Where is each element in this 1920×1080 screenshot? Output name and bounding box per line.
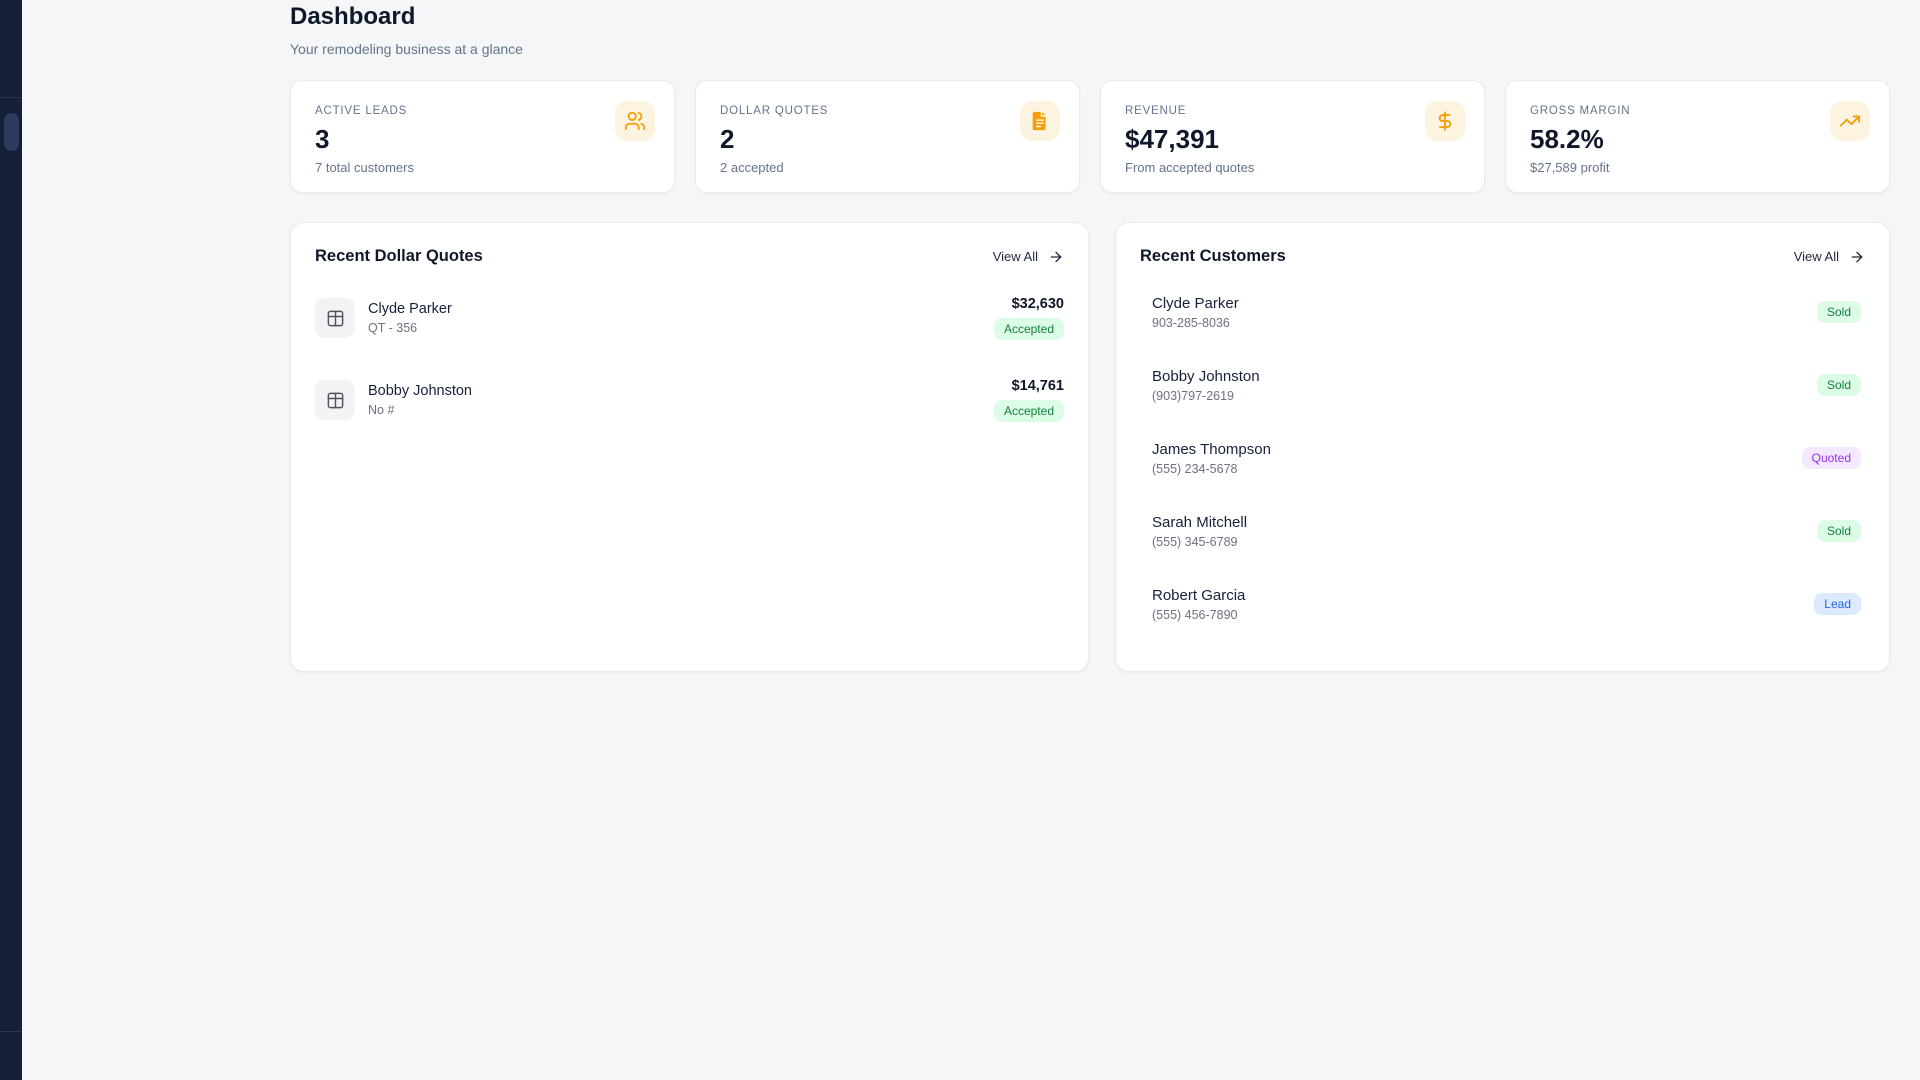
customer-name: Sarah Mitchell (1152, 513, 1248, 531)
quote-amount: $32,630 (1011, 296, 1064, 312)
status-badge: Sold (1816, 374, 1861, 396)
quote-amount: $14,761 (1011, 378, 1064, 394)
quotes-view-all-link[interactable]: View All (993, 249, 1064, 265)
sidebar-divider-bottom (0, 1031, 22, 1032)
customer-row[interactable]: James Thompson (555) 234-5678 Quoted (1140, 436, 1865, 480)
stat-value: $47,391 (1125, 124, 1219, 154)
status-badge: Accepted (993, 318, 1064, 340)
customer-phone: (555) 234-5678 (1152, 461, 1238, 476)
customer-row[interactable]: Bobby Johnston (903)797-2619 Sold (1140, 363, 1865, 407)
status-badge: Lead (1814, 593, 1861, 615)
view-all-label: View All (1793, 249, 1839, 264)
page-subtitle: Your remodeling business at a glance (290, 41, 523, 57)
file-text-icon (1020, 101, 1060, 141)
customer-phone: 903-285-8036 (1152, 315, 1230, 330)
customer-name: Clyde Parker (1152, 294, 1239, 312)
arrow-right-icon (1050, 251, 1062, 262)
status-badge: Sold (1816, 520, 1861, 542)
stats-row: ACTIVE LEADS 3 7 total customers DOLLAR … (290, 80, 1890, 193)
stat-card-gross-margin: GROSS MARGIN 58.2% $27,589 profit (1505, 80, 1890, 193)
main-content: Dashboard Your remodeling business at a … (290, 0, 1890, 672)
stat-value: 3 (315, 124, 330, 154)
stat-label: GROSS MARGIN (1530, 105, 1631, 117)
customers-view-all-link[interactable]: View All (1794, 249, 1865, 265)
status-badge: Sold (1816, 301, 1861, 323)
arrow-right-icon (1851, 251, 1863, 262)
dollar-icon (1425, 101, 1465, 141)
sidebar-divider-top (0, 97, 22, 98)
table-icon (315, 298, 355, 338)
trending-up-icon (1830, 101, 1870, 141)
stat-sub: $27,589 profit (1530, 160, 1610, 175)
stat-card-dollar-quotes: DOLLAR QUOTES 2 2 accepted (695, 80, 1080, 193)
stat-value: 58.2% (1530, 124, 1604, 154)
customer-name: Bobby Johnston (1152, 367, 1260, 385)
view-all-label: View All (992, 249, 1038, 264)
quote-number: No # (368, 403, 395, 417)
customer-name: James Thompson (1152, 440, 1271, 458)
quote-customer-name: Clyde Parker (368, 301, 452, 317)
status-badge: Accepted (993, 400, 1064, 422)
table-icon (315, 380, 355, 420)
customers-panel-title: Recent Customers (1140, 247, 1286, 265)
customer-name: Robert Garcia (1152, 586, 1246, 604)
status-badge: Quoted (1801, 447, 1861, 469)
quote-number: QT - 356 (368, 321, 418, 335)
page-title: Dashboard (290, 3, 416, 30)
stat-label: DOLLAR QUOTES (720, 105, 829, 117)
stat-label: ACTIVE LEADS (315, 105, 408, 117)
customer-phone: (555) 456-7890 (1152, 607, 1238, 622)
customer-row[interactable]: Clyde Parker 903-285-8036 Sold (1140, 290, 1865, 334)
sidebar-active-item[interactable] (4, 113, 19, 151)
customer-phone: (903)797-2619 (1152, 388, 1235, 403)
stat-label: REVENUE (1125, 105, 1187, 117)
stat-value: 2 (720, 124, 735, 154)
quote-row[interactable]: Clyde Parker QT - 356 $32,630 Accepted (315, 290, 1064, 346)
customer-row[interactable]: Sarah Mitchell (555) 345-6789 Sold (1140, 509, 1865, 553)
panels-row: Recent Dollar Quotes View All Clyde Park… (290, 222, 1890, 672)
stat-sub: From accepted quotes (1125, 160, 1255, 175)
recent-dollar-quotes-panel: Recent Dollar Quotes View All Clyde Park… (290, 222, 1089, 672)
stat-card-active-leads: ACTIVE LEADS 3 7 total customers (290, 80, 675, 193)
stat-card-revenue: REVENUE $47,391 From accepted quotes (1100, 80, 1485, 193)
quotes-list: Clyde Parker QT - 356 $32,630 Accepted B… (315, 290, 1064, 428)
stat-sub: 7 total customers (315, 160, 414, 175)
sidebar (0, 0, 22, 1080)
customer-row[interactable]: Robert Garcia (555) 456-7890 Lead (1140, 582, 1865, 626)
users-icon (615, 101, 655, 141)
recent-customers-panel: Recent Customers View All Clyde Parker 9… (1115, 222, 1890, 672)
customers-list: Clyde Parker 903-285-8036 Sold Bobby Joh… (1140, 290, 1865, 626)
quote-customer-name: Bobby Johnston (368, 383, 472, 399)
quotes-panel-title: Recent Dollar Quotes (315, 247, 483, 265)
customer-phone: (555) 345-6789 (1152, 534, 1238, 549)
quote-row[interactable]: Bobby Johnston No # $14,761 Accepted (315, 372, 1064, 428)
stat-sub: 2 accepted (720, 160, 784, 175)
